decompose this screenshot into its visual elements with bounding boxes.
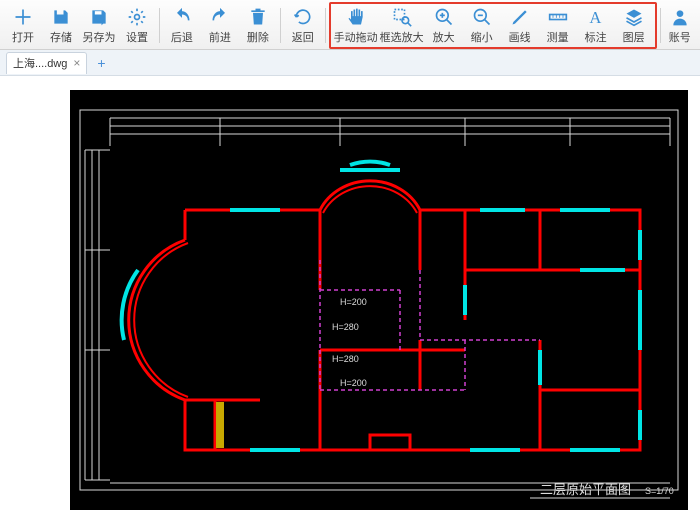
text-icon: A bbox=[586, 7, 606, 27]
main-toolbar: 打开 存储 另存为 设置 后退 前进 删除 bbox=[0, 0, 700, 50]
drawing-title: 二层原始平面图 bbox=[540, 482, 631, 497]
zoom-in-icon bbox=[434, 7, 454, 27]
open-label: 打开 bbox=[12, 29, 34, 45]
settings-label: 设置 bbox=[126, 29, 148, 45]
zoom-in-label: 放大 bbox=[433, 29, 455, 45]
annotation-h200b: H=200 bbox=[340, 378, 367, 388]
forward-button[interactable]: 前进 bbox=[201, 2, 239, 49]
undo-icon bbox=[172, 7, 192, 27]
tab-bar: 上海....dwg × + bbox=[0, 50, 700, 76]
annotation-h280a: H=280 bbox=[332, 322, 359, 332]
zoom-out-icon bbox=[472, 7, 492, 27]
toolbar-separator bbox=[325, 8, 326, 43]
zoom-in-button[interactable]: 放大 bbox=[425, 4, 463, 47]
layers-label: 图层 bbox=[623, 29, 645, 45]
account-button[interactable]: 账号 bbox=[663, 2, 696, 49]
gear-icon bbox=[127, 7, 147, 27]
return-icon bbox=[293, 7, 313, 27]
trash-icon bbox=[248, 7, 268, 27]
return-button[interactable]: 返回 bbox=[284, 2, 322, 49]
zoom-out-button[interactable]: 缩小 bbox=[463, 4, 501, 47]
add-tab-button[interactable]: + bbox=[91, 53, 111, 73]
layers-icon bbox=[624, 7, 644, 27]
toolbar-separator bbox=[280, 8, 281, 43]
ruler-icon bbox=[548, 7, 568, 27]
annotate-button[interactable]: A 标注 bbox=[577, 4, 615, 47]
svg-text:A: A bbox=[589, 7, 601, 26]
pan-button[interactable]: 手动拖动 bbox=[333, 4, 379, 47]
zoom-window-icon bbox=[392, 7, 412, 27]
toolbar-group-return: 返回 bbox=[284, 2, 322, 49]
plus-icon bbox=[13, 7, 33, 27]
hand-icon bbox=[346, 7, 366, 27]
back-label: 后退 bbox=[171, 29, 193, 45]
toolbar-group-file: 打开 存储 另存为 设置 bbox=[4, 2, 156, 49]
cad-drawing[interactable]: H=200 H=280 H=280 H=200 二层原始平面图 S=1/70 bbox=[70, 90, 688, 510]
zoom-out-label: 缩小 bbox=[471, 29, 493, 45]
pan-label: 手动拖动 bbox=[334, 29, 378, 45]
close-icon[interactable]: × bbox=[73, 56, 80, 70]
measure-label: 测量 bbox=[547, 29, 569, 45]
save-icon bbox=[51, 7, 71, 27]
toolbar-highlight-box: 手动拖动 框选放大 放大 缩小 画线 测量 A 标注 图层 bbox=[329, 2, 657, 49]
tab-label: 上海....dwg bbox=[13, 55, 67, 71]
pencil-icon bbox=[510, 7, 530, 27]
layers-button[interactable]: 图层 bbox=[615, 4, 653, 47]
annotation-h280b: H=280 bbox=[332, 354, 359, 364]
delete-button[interactable]: 删除 bbox=[239, 2, 277, 49]
saveas-icon bbox=[89, 7, 109, 27]
back-button[interactable]: 后退 bbox=[163, 2, 201, 49]
draw-line-button[interactable]: 画线 bbox=[501, 4, 539, 47]
save-button[interactable]: 存储 bbox=[42, 2, 80, 49]
annotation-h200a: H=200 bbox=[340, 297, 367, 307]
zoom-window-label: 框选放大 bbox=[380, 29, 424, 45]
toolbar-separator bbox=[159, 8, 160, 43]
user-icon bbox=[670, 7, 690, 27]
settings-button[interactable]: 设置 bbox=[118, 2, 156, 49]
forward-label: 前进 bbox=[209, 29, 231, 45]
toolbar-separator bbox=[660, 8, 661, 43]
saveas-label: 另存为 bbox=[83, 29, 116, 45]
save-label: 存储 bbox=[50, 29, 72, 45]
draw-line-label: 画线 bbox=[509, 29, 531, 45]
file-tab[interactable]: 上海....dwg × bbox=[6, 52, 87, 74]
redo-icon bbox=[210, 7, 230, 27]
canvas-area: H=200 H=280 H=280 H=200 二层原始平面图 S=1/70 bbox=[0, 76, 700, 517]
open-button[interactable]: 打开 bbox=[4, 2, 42, 49]
account-label: 账号 bbox=[669, 29, 691, 45]
delete-label: 删除 bbox=[247, 29, 269, 45]
measure-button[interactable]: 测量 bbox=[539, 4, 577, 47]
annotate-label: 标注 bbox=[585, 29, 607, 45]
return-label: 返回 bbox=[292, 29, 314, 45]
saveas-button[interactable]: 另存为 bbox=[80, 2, 118, 49]
drawing-scale: S=1/70 bbox=[645, 486, 674, 496]
toolbar-group-nav: 后退 前进 删除 bbox=[163, 2, 277, 49]
zoom-window-button[interactable]: 框选放大 bbox=[379, 4, 425, 47]
